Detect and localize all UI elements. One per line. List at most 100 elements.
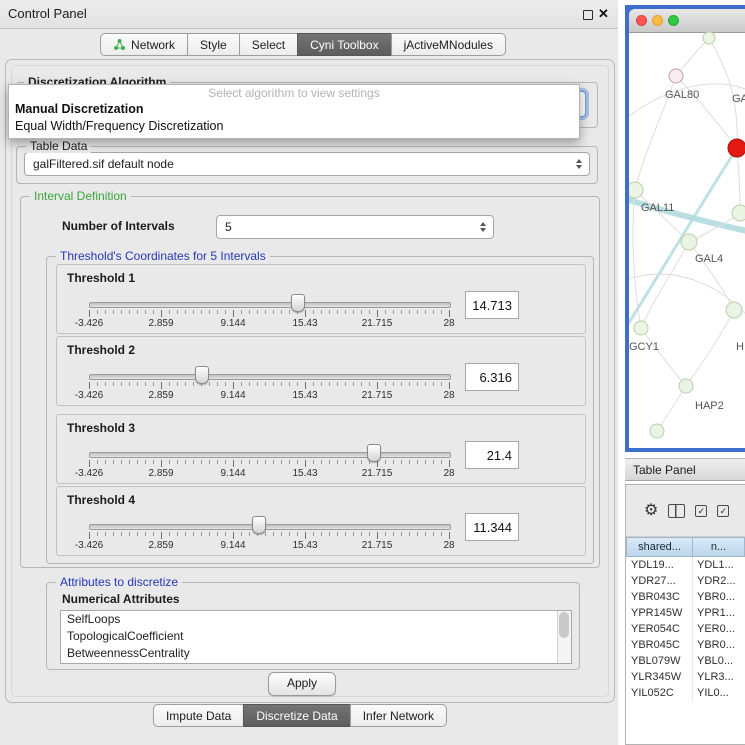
thresholds-group-title: Threshold's Coordinates for 5 Intervals xyxy=(56,249,270,263)
table-row[interactable]: YBL079WYBL0... xyxy=(626,653,745,669)
slider-thumb[interactable] xyxy=(252,516,266,534)
stepper-arrows-icon[interactable] xyxy=(480,222,486,232)
settings-gear-icon[interactable]: ⚙ xyxy=(644,502,658,519)
table-row[interactable]: YIL052CYIL0... xyxy=(626,685,745,701)
table-panel-titlebar[interactable]: Table Panel xyxy=(625,458,745,481)
list-item[interactable]: BetweennessCentrality xyxy=(61,645,571,662)
slider-track[interactable] xyxy=(89,374,451,380)
cell[interactable]: YLR345W xyxy=(626,669,693,685)
listbox-scrollbar[interactable] xyxy=(557,611,571,663)
network-node[interactable] xyxy=(634,321,648,335)
select-all-checkbox-icon[interactable]: ✓ xyxy=(695,505,707,517)
scale-label: 28 xyxy=(443,540,454,551)
network-node[interactable] xyxy=(629,182,643,198)
apply-button[interactable]: Apply xyxy=(268,672,336,696)
cell[interactable]: YIL052C xyxy=(626,685,693,701)
threshold-3-slider[interactable]: -3.426 2.859 9.144 15.43 21.715 28 xyxy=(89,443,449,483)
tab-network[interactable]: Network xyxy=(100,33,188,56)
network-window[interactable]: GAL80 GA GAL11 GAL4 GCY1 H HAP2 xyxy=(625,5,745,452)
table-row[interactable]: YBR045CYBR0... xyxy=(626,637,745,653)
cell[interactable]: YDL1... xyxy=(693,557,745,573)
cell[interactable]: YLR3... xyxy=(693,669,745,685)
table-header: shared... n... xyxy=(626,537,745,557)
threshold-4-value-field[interactable]: 11.344 xyxy=(465,513,519,541)
slider-ticks xyxy=(89,382,450,389)
table-row[interactable]: YLR345WYLR3... xyxy=(626,669,745,685)
attributes-listbox[interactable]: SelfLoops TopologicalCoefficient Between… xyxy=(60,610,572,664)
traffic-light-minimize-icon[interactable] xyxy=(652,15,663,26)
cell[interactable]: YBR0... xyxy=(693,589,745,605)
tab-discretize-data[interactable]: Discretize Data xyxy=(243,704,350,727)
scale-label: -3.426 xyxy=(75,318,103,329)
cell[interactable]: YER054C xyxy=(626,621,693,637)
close-icon[interactable]: ✕ xyxy=(598,5,609,23)
slider-track[interactable] xyxy=(89,302,451,308)
cell[interactable]: YER0... xyxy=(693,621,745,637)
threshold-3-value-field[interactable]: 21.4 xyxy=(465,441,519,469)
stepper-arrows-icon[interactable] xyxy=(576,159,582,169)
traffic-light-zoom-icon[interactable] xyxy=(668,15,679,26)
cell[interactable]: YDR27... xyxy=(626,573,693,589)
tab-infer-network[interactable]: Infer Network xyxy=(350,704,447,727)
threshold-1-value-field[interactable]: 14.713 xyxy=(465,291,519,319)
tab-impute-data[interactable]: Impute Data xyxy=(153,704,244,727)
cell[interactable]: YBR0... xyxy=(693,637,745,653)
scrollbar-thumb[interactable] xyxy=(559,612,569,638)
cell[interactable]: YBL079W xyxy=(626,653,693,669)
table-data-label: Table Data xyxy=(26,139,91,153)
traffic-light-close-icon[interactable] xyxy=(636,15,647,26)
tab-select[interactable]: Select xyxy=(239,33,298,56)
network-canvas[interactable]: GAL80 GA GAL11 GAL4 GCY1 H HAP2 xyxy=(629,32,745,448)
tab-cyni-toolbox[interactable]: Cyni Toolbox xyxy=(297,33,391,56)
list-item[interactable]: SelfLoops xyxy=(61,611,571,628)
cell[interactable]: YPR145W xyxy=(626,605,693,621)
table-row[interactable]: YBR043CYBR0... xyxy=(626,589,745,605)
network-node[interactable] xyxy=(669,69,683,83)
column-header-name[interactable]: n... xyxy=(692,537,745,557)
table-row[interactable]: YDR27...YDR2... xyxy=(626,573,745,589)
select-columns-checkbox-icon[interactable]: ✓ xyxy=(717,505,729,517)
slider-track[interactable] xyxy=(89,452,451,458)
threshold-4-slider[interactable]: -3.426 2.859 9.144 15.43 21.715 28 xyxy=(89,515,449,555)
slider-thumb[interactable] xyxy=(195,366,209,384)
slider-track[interactable] xyxy=(89,524,451,530)
slider-thumb[interactable] xyxy=(367,444,381,462)
cell[interactable]: YPR1... xyxy=(693,605,745,621)
table-row[interactable]: YER054CYER0... xyxy=(626,621,745,637)
threshold-2-value-field[interactable]: 6.316 xyxy=(465,363,519,391)
list-item[interactable]: TopologicalCoefficient xyxy=(61,628,571,645)
tab-style[interactable]: Style xyxy=(187,33,240,56)
popup-option-manual-discretization[interactable]: Manual Discretization xyxy=(9,101,579,118)
float-window-icon[interactable] xyxy=(583,10,593,20)
scale-label: 21.715 xyxy=(362,390,393,401)
columns-icon[interactable] xyxy=(668,504,685,518)
table-row[interactable]: YPR145WYPR1... xyxy=(626,605,745,621)
threshold-2-slider[interactable]: -3.426 2.859 9.144 15.43 21.715 28 xyxy=(89,365,449,405)
cell[interactable]: YDR2... xyxy=(693,573,745,589)
network-node[interactable] xyxy=(679,379,693,393)
network-node[interactable] xyxy=(681,234,697,250)
column-header-shared-name[interactable]: shared... xyxy=(626,537,693,557)
algorithm-popup: Select algorithm to view settings Manual… xyxy=(8,84,580,139)
tab-jactivemnodules[interactable]: jActiveMNodules xyxy=(391,33,506,56)
scale-label: 15.43 xyxy=(292,468,317,479)
table-data-combobox[interactable]: galFiltered.sif default node xyxy=(24,152,590,176)
cell[interactable]: YBR045C xyxy=(626,637,693,653)
cell[interactable]: YBL0... xyxy=(693,653,745,669)
network-titlebar[interactable] xyxy=(629,9,745,33)
control-panel-titlebar[interactable]: Control Panel ✕ xyxy=(0,0,618,29)
slider-thumb[interactable] xyxy=(291,294,305,312)
cell[interactable]: YIL0... xyxy=(693,685,745,701)
table-panel-window: ⚙ ✓ ✓ shared... n... YDL19...YDL1... YDR… xyxy=(625,484,745,745)
number-of-intervals-combobox[interactable]: 5 xyxy=(216,215,494,239)
network-node-selected[interactable] xyxy=(728,139,745,157)
network-node[interactable] xyxy=(726,302,742,318)
cell[interactable]: YBR043C xyxy=(626,589,693,605)
network-node[interactable] xyxy=(732,205,745,221)
popup-option-equal-width[interactable]: Equal Width/Frequency Discretization xyxy=(9,118,579,135)
network-node[interactable] xyxy=(650,424,664,438)
cell[interactable]: YDL19... xyxy=(626,557,693,573)
threshold-1-slider[interactable]: -3.426 2.859 9.144 15.43 21.715 28 xyxy=(89,293,449,333)
network-node[interactable] xyxy=(703,32,715,44)
table-row[interactable]: YDL19...YDL1... xyxy=(626,557,745,573)
